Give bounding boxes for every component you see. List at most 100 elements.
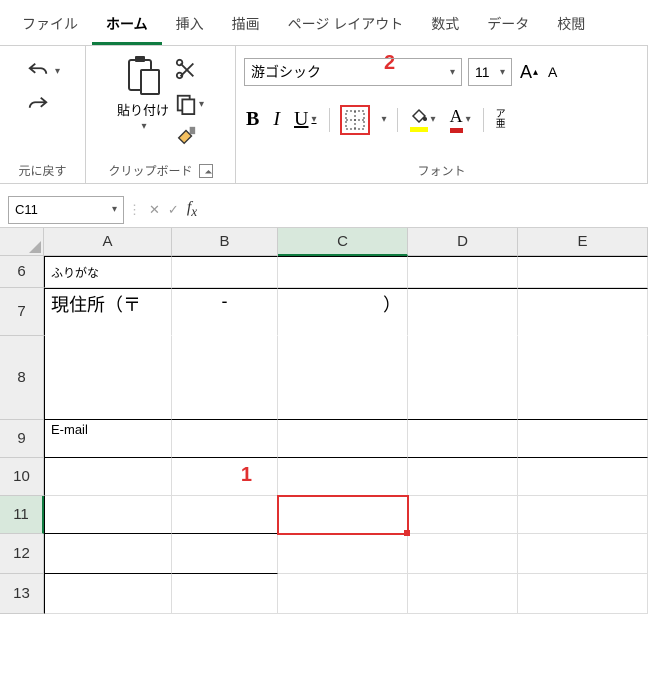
col-header-D[interactable]: D — [408, 228, 518, 256]
paste-button[interactable]: 貼り付け ▾ — [117, 52, 169, 132]
scissors-icon — [175, 58, 197, 80]
worksheet-grid[interactable]: A B C D E 6 ふりがな 7 現住所（〒 - ） 8 9 E-mail — [0, 228, 648, 614]
cell-C8[interactable] — [278, 336, 408, 420]
grip-icon[interactable]: ⋮ — [128, 202, 139, 218]
fill-bucket-icon — [410, 107, 428, 132]
cell-E6[interactable] — [518, 256, 648, 288]
clipboard-label-text: クリップボード — [108, 162, 192, 179]
cell-A13[interactable] — [44, 574, 172, 614]
cell-D13[interactable] — [408, 574, 518, 614]
cut-button[interactable] — [175, 58, 204, 83]
row-header-13[interactable]: 13 — [0, 574, 44, 614]
cell-A11[interactable] — [44, 496, 172, 534]
font-color-button[interactable]: A▾ — [448, 104, 473, 135]
cell-D7[interactable] — [408, 288, 518, 336]
cell-D6[interactable] — [408, 256, 518, 288]
row-header-12[interactable]: 12 — [0, 534, 44, 574]
cell-B6[interactable] — [172, 256, 278, 288]
cell-A9[interactable]: E-mail — [44, 420, 172, 458]
cell-D12[interactable] — [408, 534, 518, 574]
cell-A6[interactable]: ふりがな — [44, 256, 172, 288]
bold-button[interactable]: B — [244, 106, 261, 133]
undo-button[interactable]: ▾ — [21, 58, 64, 84]
chevron-down-icon: ▾ — [141, 121, 146, 132]
cell-E7[interactable] — [518, 288, 648, 336]
group-font: 2 游ゴシック ▾ 11 ▾ A▴ A B I U▾ — [236, 46, 648, 183]
cell-C13[interactable] — [278, 574, 408, 614]
cell-A10[interactable] — [44, 458, 172, 496]
tab-file[interactable]: ファイル — [8, 6, 92, 45]
formula-bar-row: C11 ▾ ⋮ ✕ ✓ fx — [0, 192, 648, 228]
row-header-7[interactable]: 7 — [0, 288, 44, 336]
selection-handle[interactable] — [404, 530, 410, 536]
name-box[interactable]: C11 ▾ — [8, 196, 124, 224]
format-painter-button[interactable] — [175, 125, 204, 150]
redo-button[interactable] — [21, 92, 64, 118]
italic-button[interactable]: I — [271, 106, 282, 133]
cell-E13[interactable] — [518, 574, 648, 614]
cell-C6[interactable] — [278, 256, 408, 288]
chevron-down-icon[interactable]: ▾ — [382, 114, 387, 125]
phonetic-button[interactable]: ア 亜 — [494, 108, 508, 132]
group-undo: ▾ 元に戻す — [0, 46, 86, 183]
cell-B10[interactable] — [172, 458, 278, 496]
undo-icon — [25, 60, 51, 82]
cell-B8[interactable] — [172, 336, 278, 420]
tab-formulas[interactable]: 数式 — [417, 6, 473, 45]
cell-D11[interactable] — [408, 496, 518, 534]
cell-E11[interactable] — [518, 496, 648, 534]
row-header-9[interactable]: 9 — [0, 420, 44, 458]
cell-C7[interactable]: ） — [278, 288, 408, 336]
formula-bar[interactable] — [207, 196, 642, 224]
tab-insert[interactable]: 挿入 — [162, 6, 218, 45]
select-all-button[interactable] — [0, 228, 44, 256]
col-header-C[interactable]: C — [278, 228, 408, 256]
cell-B9[interactable] — [172, 420, 278, 458]
paste-label: 貼り付け — [117, 100, 169, 119]
cell-B7[interactable]: - — [172, 288, 278, 336]
decrease-font-button[interactable]: A — [546, 62, 559, 82]
cell-A7[interactable]: 現住所（〒 — [44, 288, 172, 336]
copy-button[interactable]: ▾ — [175, 93, 204, 115]
tab-data[interactable]: データ — [473, 6, 543, 45]
col-header-A[interactable]: A — [44, 228, 172, 256]
cell-E12[interactable] — [518, 534, 648, 574]
enter-icon[interactable]: ✓ — [168, 202, 179, 218]
col-header-E[interactable]: E — [518, 228, 648, 256]
underline-button[interactable]: U▾ — [292, 106, 318, 133]
cell-B11[interactable] — [172, 496, 278, 534]
borders-button[interactable] — [340, 105, 370, 135]
cell-C11[interactable] — [278, 496, 408, 534]
row-header-6[interactable]: 6 — [0, 256, 44, 288]
cell-D10[interactable] — [408, 458, 518, 496]
tab-draw[interactable]: 描画 — [218, 6, 274, 45]
cancel-icon[interactable]: ✕ — [149, 202, 160, 218]
cell-B12[interactable] — [172, 534, 278, 574]
row-header-8[interactable]: 8 — [0, 336, 44, 420]
tab-review[interactable]: 校閲 — [543, 6, 599, 45]
row-header-11[interactable]: 11 — [0, 496, 44, 534]
increase-font-button[interactable]: A▴ — [518, 60, 540, 85]
cell-E10[interactable] — [518, 458, 648, 496]
row-header-10[interactable]: 10 — [0, 458, 44, 496]
cell-E9[interactable] — [518, 420, 648, 458]
cell-B13[interactable] — [172, 574, 278, 614]
clipboard-launcher[interactable] — [199, 164, 213, 178]
fill-color-button[interactable]: ▾ — [408, 105, 438, 134]
tab-home[interactable]: ホーム — [92, 6, 162, 45]
chevron-down-icon: ▾ — [431, 114, 436, 125]
cell-C12[interactable] — [278, 534, 408, 574]
cell-C10[interactable] — [278, 458, 408, 496]
chevron-down-icon: ▾ — [55, 66, 60, 77]
cell-A12[interactable] — [44, 534, 172, 574]
cell-C9[interactable] — [278, 420, 408, 458]
cell-D9[interactable] — [408, 420, 518, 458]
font-size-combo[interactable]: 11 ▾ — [468, 58, 512, 86]
col-header-B[interactable]: B — [172, 228, 278, 256]
tab-pagelayout[interactable]: ページ レイアウト — [274, 6, 418, 45]
cell-E8[interactable] — [518, 336, 648, 420]
font-name-combo[interactable]: 游ゴシック ▾ — [244, 58, 462, 86]
cell-D8[interactable] — [408, 336, 518, 420]
fx-icon[interactable]: fx — [187, 199, 197, 220]
cell-A8[interactable] — [44, 336, 172, 420]
